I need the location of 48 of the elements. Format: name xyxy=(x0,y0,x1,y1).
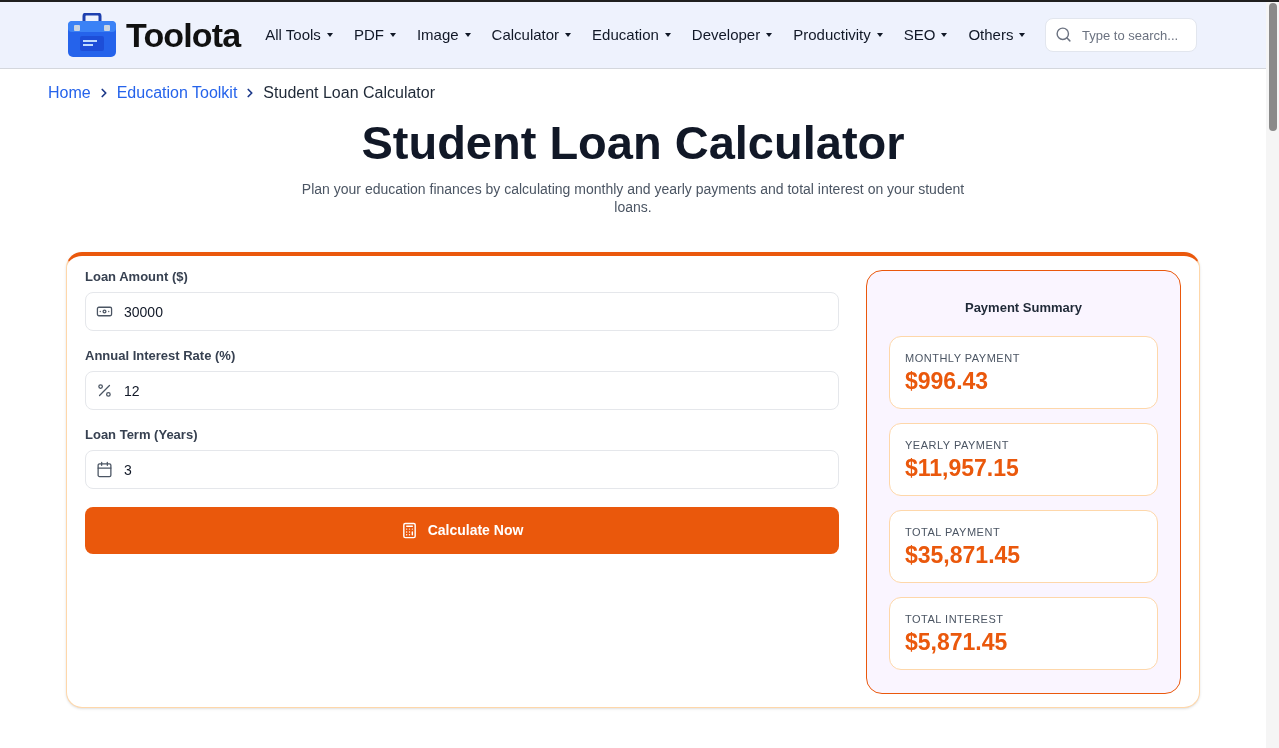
summary-label: MONTHLY PAYMENT xyxy=(905,352,1021,365)
input-field[interactable]: 12 xyxy=(85,371,839,410)
nav-menu-item[interactable]: Productivity xyxy=(793,23,883,47)
calculator-icon xyxy=(400,522,418,539)
toolbox-icon xyxy=(68,13,116,57)
caret-icon xyxy=(1019,33,1026,37)
caret-icon xyxy=(565,33,572,37)
nav-menu-item[interactable]: Calculator xyxy=(491,23,572,47)
caret-icon xyxy=(876,33,883,37)
summary-value: $5,871.45 xyxy=(905,629,1009,655)
nav-menu-item[interactable]: Education xyxy=(592,23,671,47)
brand-name: Toolota xyxy=(126,14,241,56)
input-field[interactable]: 30000 xyxy=(85,292,839,331)
summary-value: $11,957.15 xyxy=(905,455,1020,481)
percent-icon xyxy=(96,382,113,399)
input-field[interactable]: 3 xyxy=(85,450,839,489)
nav-menu-item[interactable]: PDF xyxy=(353,23,396,47)
calculate-button[interactable]: Calculate Now xyxy=(85,507,839,554)
caret-icon xyxy=(389,33,396,37)
caret-icon xyxy=(326,33,333,37)
caret-icon xyxy=(766,33,773,37)
nav-menu-item[interactable]: All Tools xyxy=(265,23,333,47)
breadcrumb-current: Student Loan Calculator xyxy=(263,83,436,103)
summary-value: $35,871.45 xyxy=(905,542,1022,568)
search-field[interactable]: Type to search... xyxy=(1045,18,1197,52)
page-subtitle: Plan your education finances by calculating monthly and yearly payments and total interest on your student loans. xyxy=(300,180,966,216)
summary-value: $996.43 xyxy=(905,368,990,394)
field-label: Loan Term (Years) xyxy=(85,427,199,443)
search-icon xyxy=(1055,26,1072,43)
summary-label: TOTAL INTEREST xyxy=(905,613,1005,626)
calendar-icon xyxy=(96,461,113,478)
nav-menu-item[interactable]: Image xyxy=(416,23,471,47)
scrollbar[interactable] xyxy=(1266,2,1279,748)
summary-title: Payment Summary xyxy=(963,300,1084,316)
nav-menu-item[interactable]: Developer xyxy=(691,23,773,47)
caret-icon xyxy=(664,33,671,37)
nav-menu-item[interactable]: Others xyxy=(968,23,1026,47)
field-label: Loan Amount ($) xyxy=(85,269,189,285)
field-label: Annual Interest Rate (%) xyxy=(85,348,237,364)
scrollbar-thumb[interactable] xyxy=(1268,3,1277,131)
summary-label: YEARLY PAYMENT xyxy=(905,439,1010,452)
caret-icon xyxy=(941,33,948,37)
nav-menu-item[interactable]: SEO xyxy=(903,23,948,47)
page-title: Student Loan Calculator xyxy=(361,115,905,171)
summary-label: TOTAL PAYMENT xyxy=(905,526,1002,539)
caret-icon xyxy=(464,33,471,37)
breadcrumb-link[interactable]: Education Toolkit xyxy=(116,83,238,103)
breadcrumb-link[interactable]: Home xyxy=(48,83,91,103)
